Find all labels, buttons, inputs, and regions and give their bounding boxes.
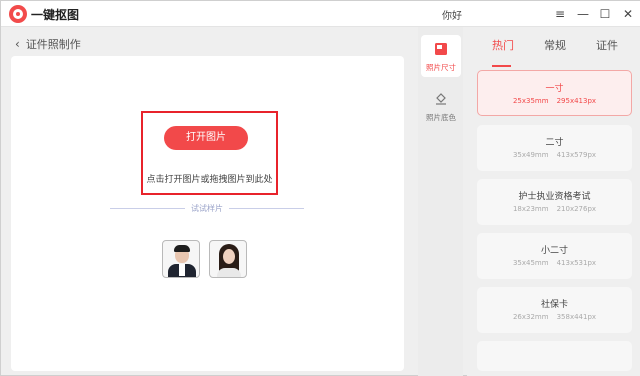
size-px: 210x276px — [556, 205, 597, 213]
title-bar: 一键抠图 你好 ≡ — ☐ ✕ — [1, 1, 640, 27]
user-name[interactable]: 你好 — [442, 7, 462, 22]
sample-photo-female[interactable] — [209, 240, 247, 278]
page-title: 证件照制作 — [25, 38, 81, 51]
samples-label: 试试样片 — [185, 203, 229, 214]
tool-photo-size-label: 照片尺寸 — [426, 63, 456, 72]
size-px: 358x441px — [556, 313, 597, 321]
size-px: 413x579px — [556, 151, 597, 159]
size-name: 二寸 — [545, 138, 564, 148]
size-name: 护士执业资格考试 — [518, 192, 591, 202]
minimize-button[interactable]: — — [573, 4, 593, 24]
paint-bucket-icon — [436, 93, 446, 105]
size-px: 413x531px — [556, 259, 597, 267]
size-mm: 35x45mm — [512, 259, 549, 267]
size-card-2inch[interactable]: 二寸 35x49mm 413x579px — [477, 125, 632, 171]
size-card-nurse-exam[interactable]: 护士执业资格考试 18x23mm 210x276px — [477, 179, 632, 225]
maximize-button[interactable]: ☐ — [595, 4, 615, 24]
tool-background-color-label: 照片底色 — [426, 113, 456, 122]
photo-size-icon — [435, 43, 447, 55]
tool-strip: 照片尺寸 照片底色 — [418, 27, 463, 376]
tool-photo-size[interactable]: 照片尺寸 — [421, 35, 461, 77]
app-name: 一键抠图 — [31, 8, 80, 22]
size-mm: 35x49mm — [512, 151, 549, 159]
drop-hint-text: 点击打开图片或拖拽图片到此处 — [146, 175, 273, 185]
size-card-partial[interactable] — [477, 341, 632, 371]
size-card-1inch[interactable]: 一寸 25x35mm 295x413px — [477, 70, 632, 116]
size-mm: 26x32mm — [512, 313, 549, 321]
size-mm: 25x35mm — [512, 97, 549, 105]
size-panel: 热门 常规 证件 一寸 25x35mm 295x413px 二寸 35x49mm 4… — [467, 27, 640, 376]
chevron-left-icon: ‹ — [15, 37, 20, 51]
active-tab-underline — [492, 65, 511, 67]
tool-background-color[interactable]: 照片底色 — [421, 85, 461, 127]
size-card-small-2inch[interactable]: 小二寸 35x45mm 413x531px — [477, 233, 632, 279]
tab-regular[interactable]: 常规 — [544, 37, 566, 53]
back-button[interactable]: ‹ 证件照制作 — [15, 36, 81, 52]
samples-divider: 试试样片 — [110, 203, 304, 214]
open-image-button[interactable]: 打开图片 — [164, 126, 248, 150]
size-tabs: 热门 常规 证件 — [467, 37, 640, 67]
size-card-social-security[interactable]: 社保卡 26x32mm 358x441px — [477, 287, 632, 333]
close-button[interactable]: ✕ — [618, 4, 638, 24]
tab-hot[interactable]: 热门 — [492, 37, 514, 53]
size-px: 295x413px — [556, 97, 597, 105]
app-window: 一键抠图 你好 ≡ — ☐ ✕ ‹ 证件照制作 打开图片 点击打开图片或拖拽图片… — [0, 0, 640, 376]
size-mm: 18x23mm — [512, 205, 549, 213]
app-logo-icon — [9, 5, 27, 23]
size-name: 小二寸 — [540, 246, 568, 256]
tab-certificate[interactable]: 证件 — [596, 37, 618, 53]
menu-icon[interactable]: ≡ — [550, 4, 570, 24]
sample-photo-male[interactable] — [162, 240, 200, 278]
size-name: 一寸 — [545, 84, 564, 94]
size-name: 社保卡 — [540, 300, 568, 310]
